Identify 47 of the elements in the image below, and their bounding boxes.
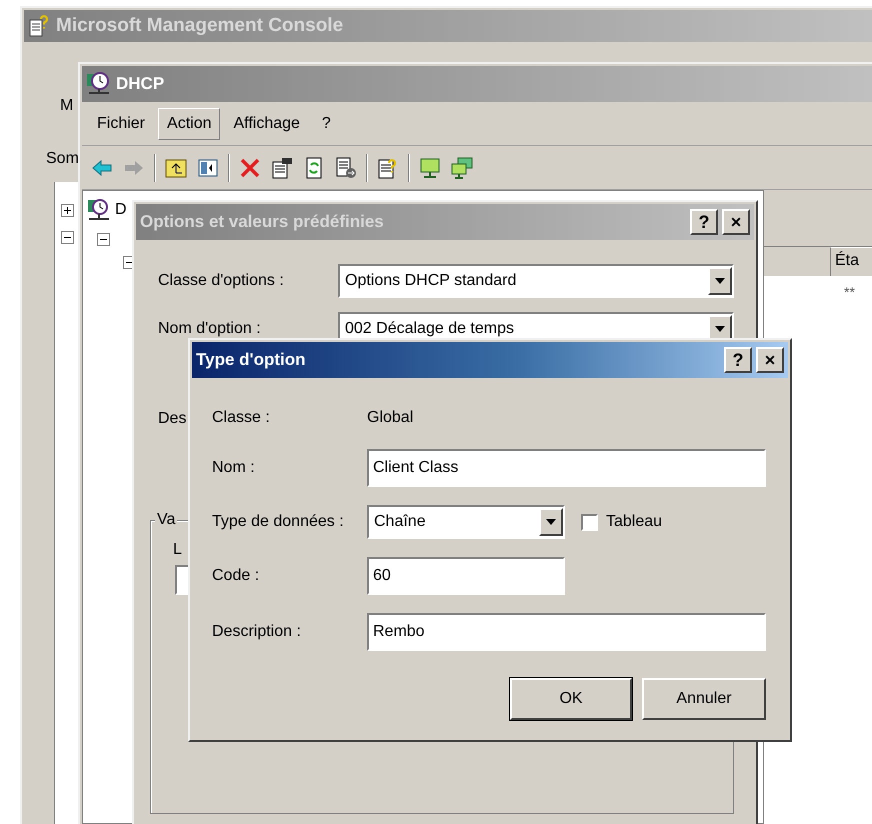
help-button[interactable]: ?: [724, 347, 752, 373]
checkbox-label[interactable]: Tableau: [606, 513, 662, 531]
cancel-button[interactable]: Annuler: [642, 678, 766, 720]
window-title: DHCP: [116, 74, 166, 94]
field-label: Des: [158, 410, 186, 428]
dialog-title: Options et valeurs prédéfinies: [140, 212, 385, 232]
field-label: L: [173, 541, 182, 559]
export-list-icon[interactable]: [334, 156, 358, 180]
field-label: Description :: [212, 623, 301, 641]
field-label: Code :: [212, 567, 260, 585]
menu-item[interactable]: Affichage: [224, 108, 309, 140]
menu-item[interactable]: Action: [158, 108, 220, 140]
field-label: Classe d'options :: [158, 272, 284, 290]
collapse-toggle-icon[interactable]: [97, 233, 110, 246]
collapse-toggle-icon[interactable]: [61, 231, 74, 244]
code-field[interactable]: 60: [367, 557, 565, 595]
field-label: Classe :: [212, 409, 270, 427]
dialog-title: Type d'option: [196, 350, 306, 370]
help-button[interactable]: ?: [690, 209, 718, 235]
dropdown-arrow-icon: [715, 278, 725, 284]
properties-icon[interactable]: [270, 156, 294, 180]
dropdown-arrow-icon: [546, 519, 556, 525]
toolbar-label: M: [60, 97, 74, 114]
menu-item[interactable]: Fichier: [88, 108, 154, 140]
name-field[interactable]: Client Class: [367, 449, 766, 487]
window-title: Microsoft Management Console: [56, 15, 344, 37]
clock-server-icon: [86, 71, 112, 97]
expand-toggle-icon[interactable]: [61, 204, 74, 217]
description-field[interactable]: Rembo: [367, 613, 766, 651]
close-button[interactable]: ×: [756, 347, 784, 373]
field-label: Nom d'option :: [158, 320, 261, 338]
field-label: Nom :: [212, 459, 255, 477]
ok-button[interactable]: OK: [510, 678, 632, 720]
table-cell: **: [844, 284, 855, 300]
option-class-dropdown[interactable]: Options DHCP standard: [338, 264, 734, 298]
tab-label[interactable]: Som: [46, 150, 79, 167]
monitor-icon[interactable]: [418, 156, 442, 180]
close-button[interactable]: ×: [722, 209, 750, 235]
tree-item[interactable]: D: [115, 201, 127, 219]
class-value: Global: [367, 409, 414, 427]
dropdown-arrow-icon: [715, 326, 725, 332]
data-type-dropdown[interactable]: Chaîne: [367, 505, 565, 539]
clock-server-icon: [87, 197, 111, 223]
menu-item[interactable]: ?: [312, 108, 340, 140]
field-label: Type de données :: [212, 513, 344, 531]
monitors-icon[interactable]: [450, 156, 474, 180]
array-checkbox[interactable]: [581, 514, 598, 530]
